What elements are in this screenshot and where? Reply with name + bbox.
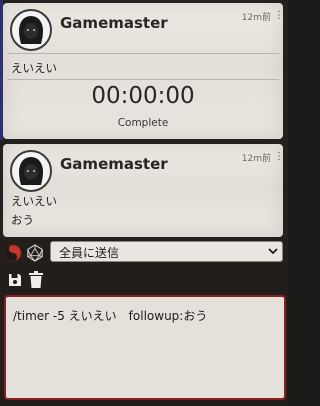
sender-name: Gamemaster <box>60 155 168 173</box>
timer-display: 00:00:00 <box>91 83 195 109</box>
timestamp: 12m前 <box>241 13 271 23</box>
message-text: えいえい <box>11 194 57 208</box>
save-icon[interactable] <box>8 273 22 287</box>
message-text: えいえい <box>11 61 57 75</box>
yin-yang-icon[interactable] <box>4 244 22 262</box>
chat-message: Gamemaster 12m前 ⋮ えいえい おう <box>3 144 284 237</box>
hooded-figure-icon <box>19 16 43 44</box>
avatar[interactable] <box>10 150 52 192</box>
message-text: おう <box>11 213 34 227</box>
roll-mode-select[interactable]: 全員に送信 <box>50 241 283 262</box>
chat-log: Gamemaster 12m前 ⋮ えいえい 00:00:00 Complete… <box>0 0 288 240</box>
message-menu-icon[interactable]: ⋮ <box>274 10 284 21</box>
hooded-figure-icon <box>19 157 43 185</box>
avatar[interactable] <box>10 9 52 51</box>
roll-mode-selected: 全員に送信 <box>59 246 120 260</box>
chevron-down-icon <box>268 248 278 255</box>
trash-icon[interactable] <box>28 271 44 289</box>
chat-message: Gamemaster 12m前 ⋮ えいえい 00:00:00 Complete <box>3 3 284 139</box>
message-menu-icon[interactable]: ⋮ <box>274 151 284 162</box>
chat-controls: 全員に送信 /timer -5 えいえい followup:おう <box>0 240 288 406</box>
divider <box>7 79 279 80</box>
sender-name: Gamemaster <box>60 14 168 32</box>
divider <box>7 53 279 54</box>
d20-dice-icon[interactable] <box>26 244 44 262</box>
chat-message-input[interactable]: /timer -5 えいえい followup:おう <box>4 295 286 400</box>
timer-status: Complete <box>117 117 169 129</box>
timestamp: 12m前 <box>241 154 271 164</box>
